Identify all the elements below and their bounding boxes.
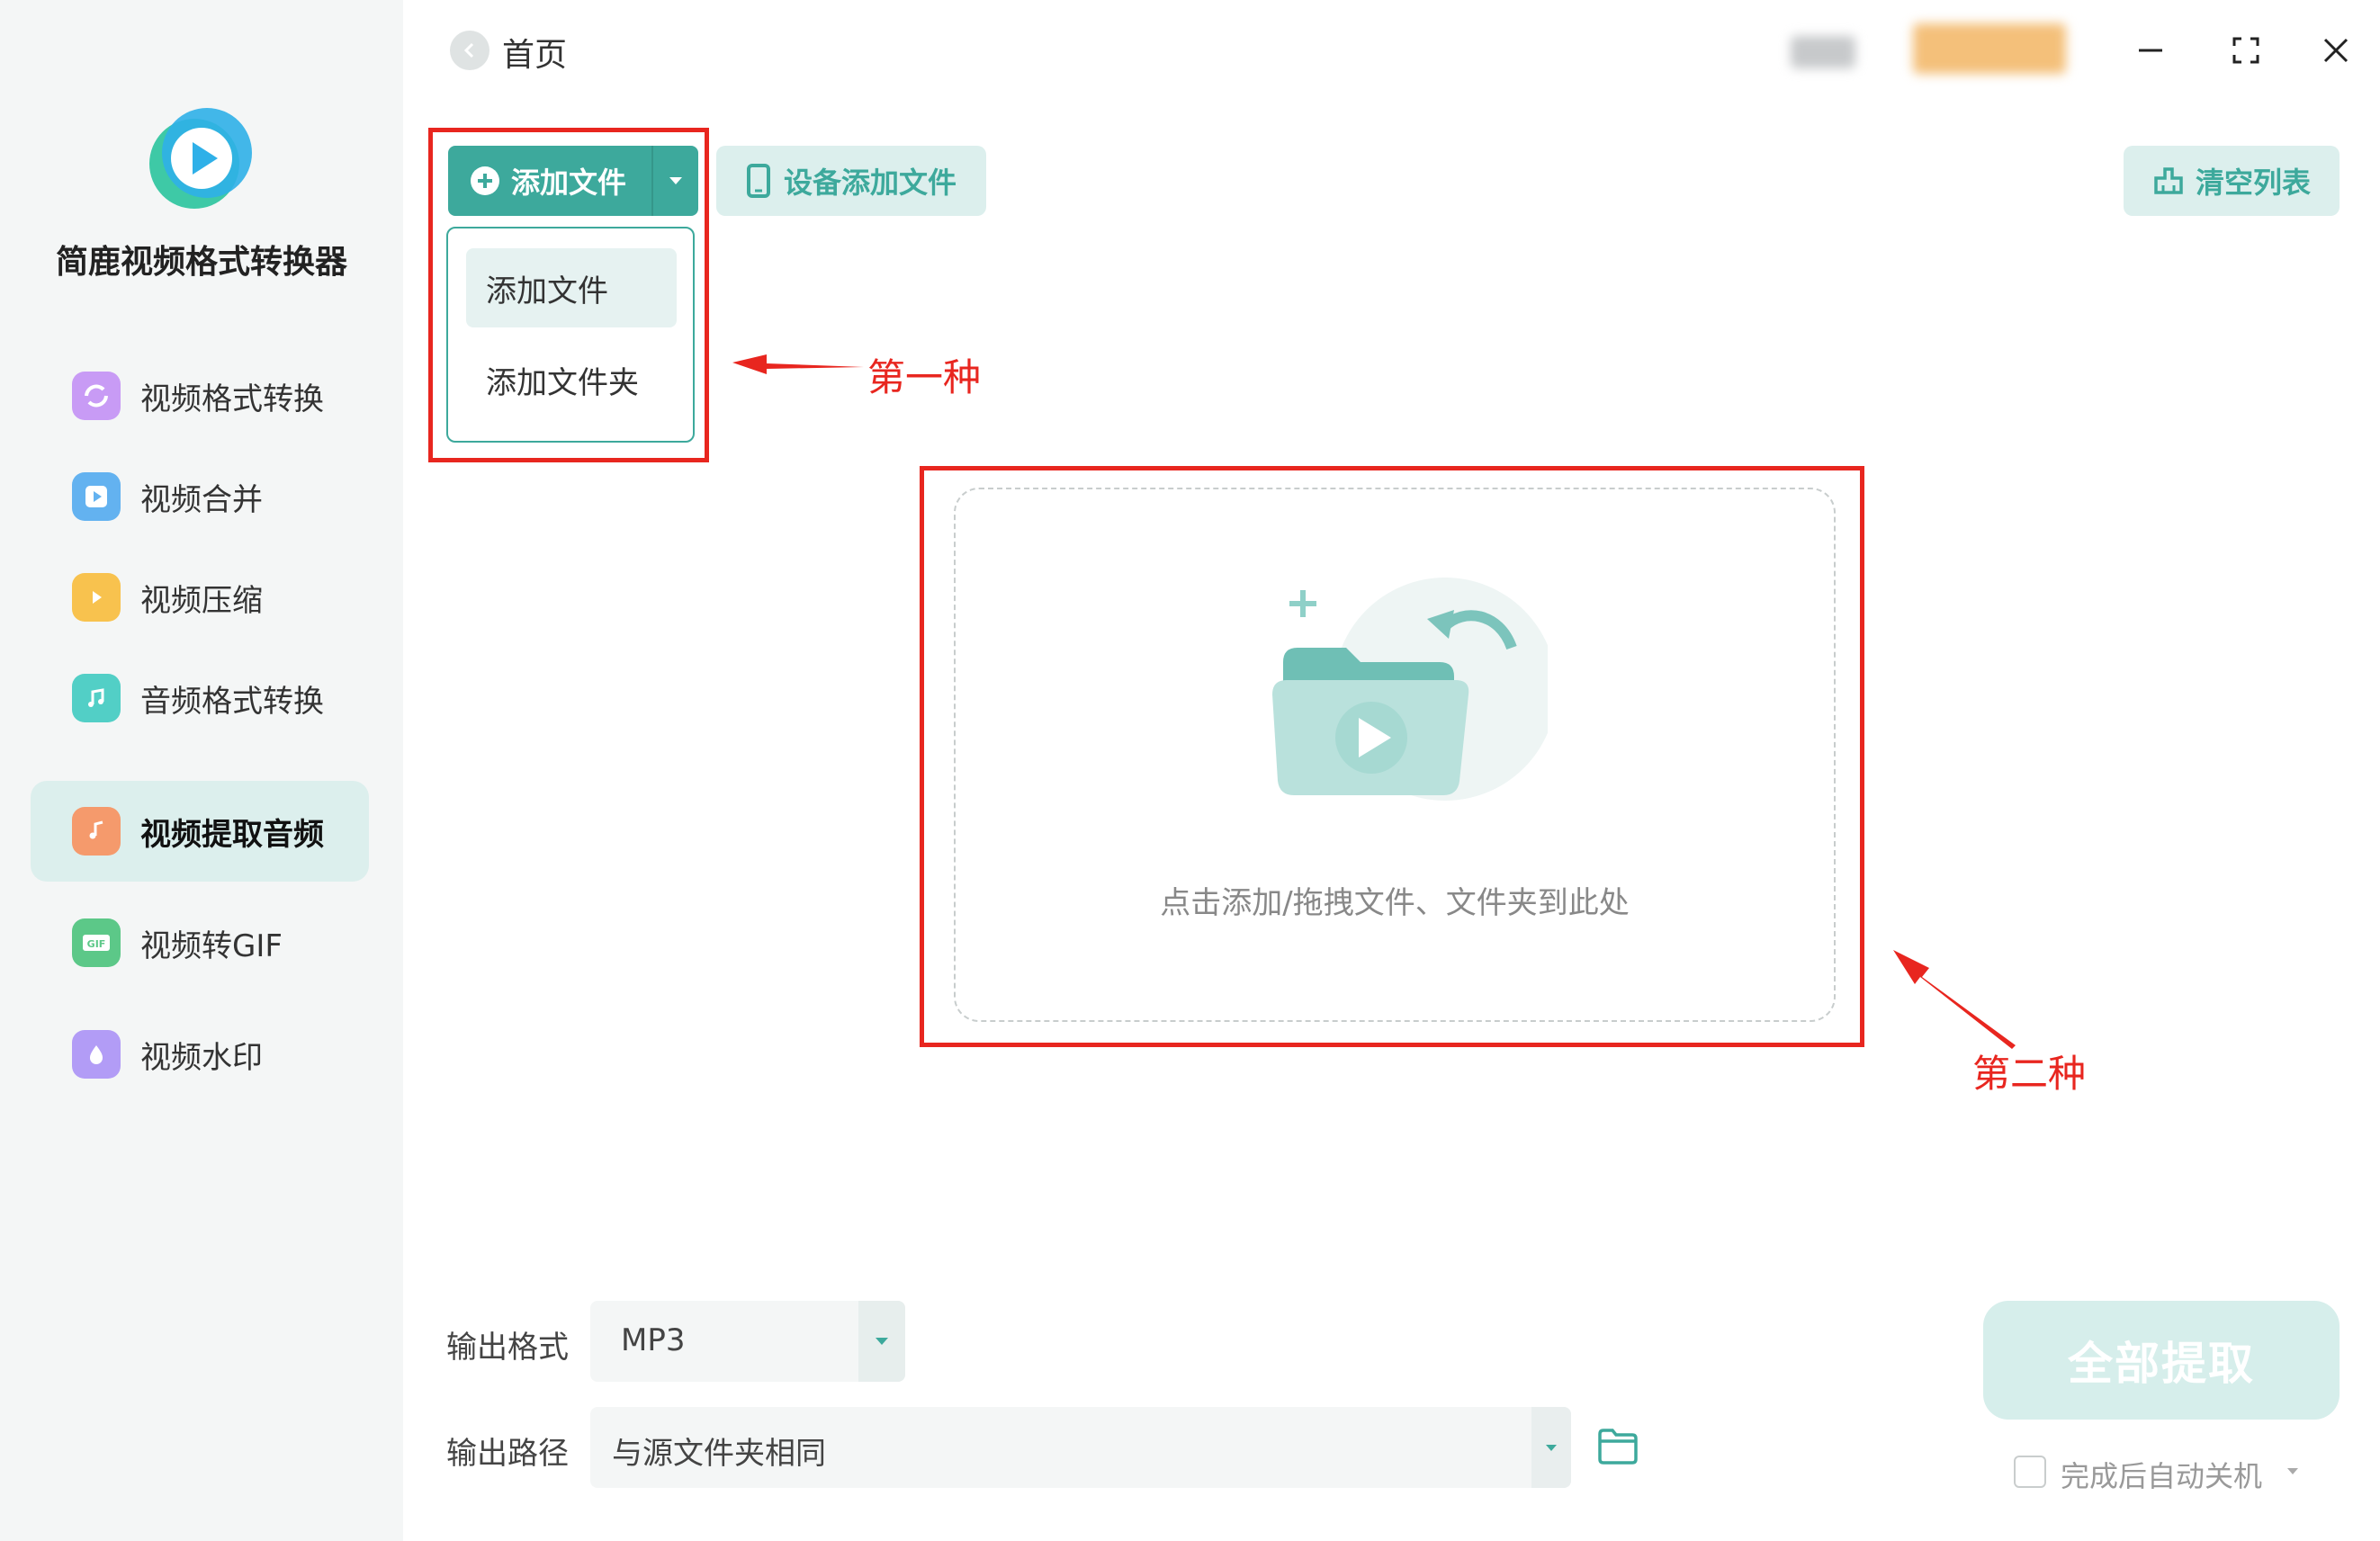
sidebar-item-label: 视频合并 (140, 481, 263, 518)
app-name: 简鹿视频格式转换器 (55, 244, 347, 281)
auto-shutdown-checkbox[interactable] (2014, 1456, 2046, 1488)
extract-audio-icon (72, 807, 121, 856)
sidebar-item-video-compress[interactable]: 视频压缩 (31, 547, 369, 648)
annotation-arrow-second (1893, 950, 2016, 1049)
annotation-arrow-first (732, 354, 864, 374)
user-avatar[interactable] (1791, 36, 1855, 68)
output-path-value: 与源文件夹相同 (612, 1436, 826, 1472)
sidebar-item-video-merge[interactable]: 视频合并 (31, 446, 369, 547)
sidebar-item-label: 视频水印 (140, 1039, 263, 1076)
close-icon (2323, 38, 2349, 63)
annotation-box-first (428, 128, 709, 462)
vip-badge[interactable] (1913, 23, 2066, 74)
clear-list-label: 清空列表 (2195, 166, 2311, 200)
folder-open-icon[interactable] (1596, 1427, 1639, 1466)
auto-shutdown-label: 完成后自动关机 (2061, 1459, 2263, 1493)
arrow-left-icon (463, 42, 474, 58)
audio-convert-icon (72, 674, 121, 722)
drop-zone-hint: 点击添加/拖拽文件、文件夹到此处 (1160, 885, 1630, 921)
sidebar-item-label: 视频压缩 (140, 582, 263, 619)
caret-down-icon (876, 1338, 888, 1345)
sidebar-item-label: 音频格式转换 (140, 683, 324, 720)
watermark-icon (72, 1030, 121, 1079)
sidebar-item-video-convert[interactable]: 视频格式转换 (31, 345, 369, 446)
annotation-label-first: 第一种 (867, 355, 982, 399)
output-path-label: 输出路径 (446, 1436, 569, 1472)
maximize-button[interactable] (2219, 23, 2273, 77)
minimize-button[interactable] (2124, 23, 2178, 77)
breadcrumb: 首页 (502, 37, 568, 74)
extract-all-label: 全部提取 (2068, 1338, 2255, 1390)
sidebar-item-label: 视频格式转换 (140, 381, 324, 417)
sidebar-item-label: 视频提取音频 (140, 816, 324, 853)
add-folder-illustration-icon[interactable] (1260, 576, 1548, 810)
device-add-file-label: 设备添加文件 (783, 166, 956, 200)
video-merge-icon (72, 472, 121, 521)
broom-icon (2154, 167, 2183, 194)
app-logo-icon (149, 108, 252, 209)
extract-all-button[interactable]: 全部提取 (1983, 1301, 2340, 1420)
sidebar-item-label: 视频转GIF (140, 927, 283, 964)
close-button[interactable] (2309, 23, 2363, 77)
output-format-value: MP3 (621, 1322, 686, 1358)
sidebar-item-audio-convert[interactable]: 音频格式转换 (31, 648, 369, 748)
maximize-icon (2232, 37, 2259, 64)
output-format-dropdown-toggle[interactable] (858, 1301, 905, 1382)
phone-icon (746, 164, 770, 198)
sidebar-item-video-to-gif[interactable]: GIF 视频转GIF (31, 892, 369, 993)
sidebar-item-extract-audio[interactable]: 视频提取音频 (31, 781, 369, 882)
sidebar-item-video-watermark[interactable]: 视频水印 (31, 1004, 369, 1105)
clear-list-button[interactable]: 清空列表 (2124, 146, 2340, 216)
minimize-icon (2139, 49, 2162, 52)
output-format-label: 输出格式 (446, 1330, 569, 1366)
caret-down-icon (1546, 1445, 1557, 1451)
output-path-dropdown-toggle[interactable] (1531, 1407, 1571, 1488)
caret-down-icon[interactable] (2286, 1466, 2300, 1477)
sidebar (0, 0, 403, 1541)
device-add-file-button[interactable]: 设备添加文件 (716, 146, 986, 216)
back-button[interactable] (450, 31, 489, 70)
video-compress-icon (72, 573, 121, 622)
annotation-label-second: 第二种 (1972, 1052, 2087, 1096)
gif-icon: GIF (72, 918, 121, 967)
video-convert-icon (72, 372, 121, 420)
svg-text:GIF: GIF (87, 938, 106, 950)
